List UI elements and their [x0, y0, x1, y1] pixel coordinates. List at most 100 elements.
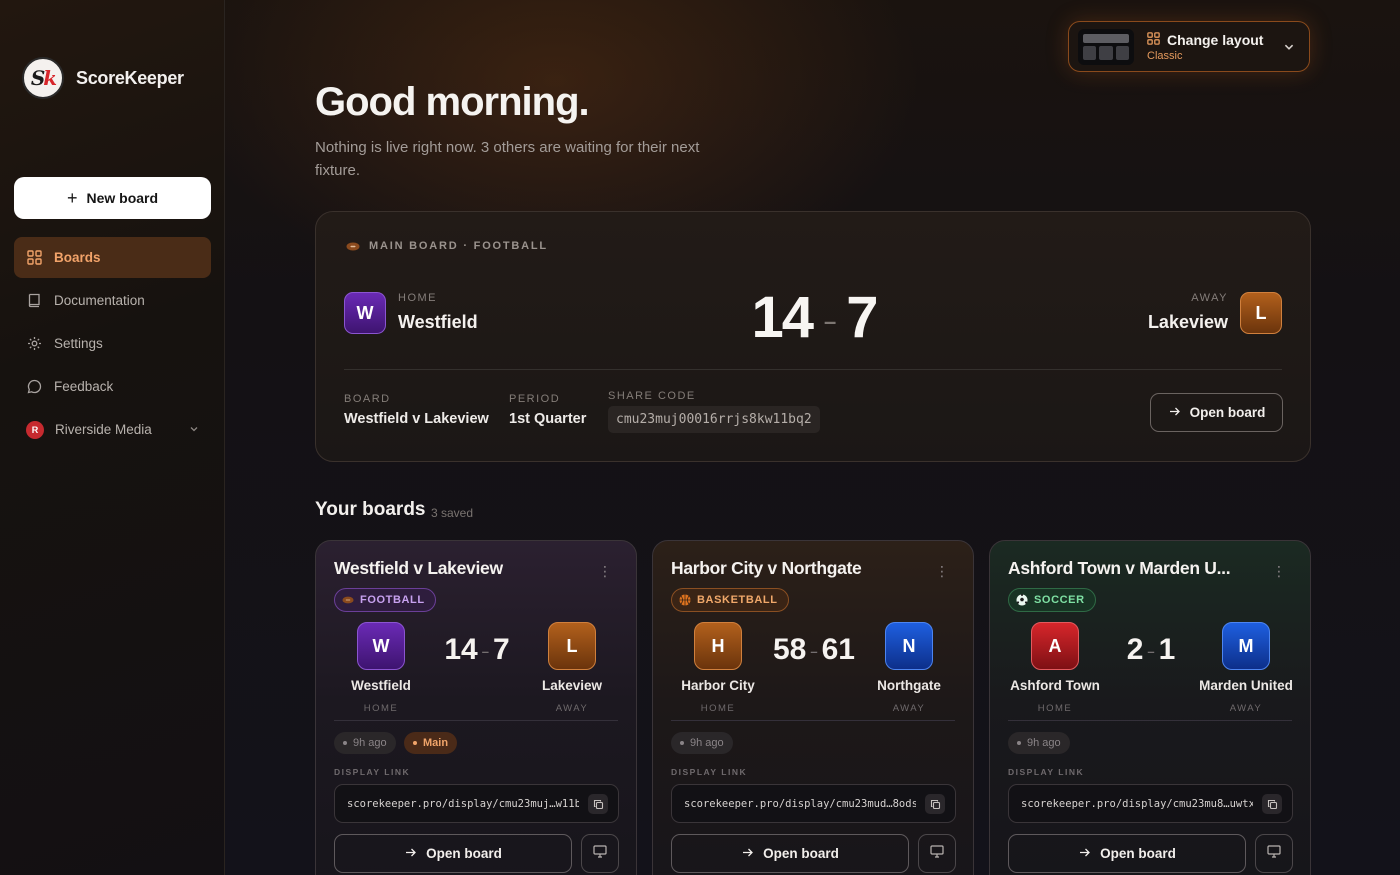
home-team-badge: H [694, 622, 742, 670]
away-score: 7 [846, 285, 878, 350]
display-monitor-button[interactable] [581, 834, 619, 873]
change-layout-button[interactable]: Change layout Classic [1068, 21, 1310, 72]
board-card[interactable]: Ashford Town v Marden U... ⋮ SOCCER A As… [989, 540, 1311, 875]
open-board-button[interactable]: Open board [1008, 834, 1246, 873]
updated-time-badge: 9h ago [334, 732, 396, 754]
page-title: Good morning. [315, 80, 590, 124]
share-code[interactable]: cmu23muj00016rrjs8kw11bq2 [608, 406, 820, 433]
open-main-board-button[interactable]: Open board [1150, 393, 1283, 432]
page-subtext: Nothing is live right now. 3 others are … [315, 139, 700, 179]
open-board-button[interactable]: Open board [671, 834, 909, 873]
sidebar-item-feedback[interactable]: Feedback [14, 366, 211, 407]
open-board-button[interactable]: Open board [334, 834, 572, 873]
app-root: Sk ScoreKeeper + New board Boards Docume… [0, 0, 1400, 875]
away-team-name: Lakeview [1147, 312, 1228, 332]
football-icon [342, 596, 354, 604]
chevron-down-icon [1283, 40, 1295, 58]
arrow-right-icon [741, 846, 754, 862]
divider [344, 369, 1282, 370]
org-switcher[interactable]: R Riverside Media [14, 409, 211, 450]
home-score: 14 [751, 285, 813, 350]
board-meta: BOARD Westfield v Lakeview [344, 393, 489, 427]
board-card-title: Harbor City v Northgate [671, 558, 862, 578]
display-link-field[interactable]: scorekeeper.pro/display/cmu23muj…w11bq2 [334, 784, 619, 823]
display-link-label: DISPLAY LINK [1008, 767, 1085, 777]
copy-icon[interactable] [588, 794, 608, 814]
board-score: 2–1 [1126, 633, 1176, 666]
board-card[interactable]: Harbor City v Northgate ⋮ BASKETBALL H H… [652, 540, 974, 875]
board-card-title: Ashford Town v Marden U... [1008, 558, 1231, 578]
away-label: AWAY [1229, 703, 1263, 714]
sidebar-item-boards[interactable]: Boards [14, 237, 211, 278]
copy-icon[interactable] [1262, 794, 1282, 814]
divider [334, 720, 618, 721]
display-link: scorekeeper.pro/display/cmu23muj…w11bq2 [347, 797, 579, 810]
display-monitor-button[interactable] [918, 834, 956, 873]
kebab-menu-icon[interactable]: ⋮ [935, 563, 949, 580]
brand-name: ScoreKeeper [76, 67, 184, 88]
basketball-icon [679, 594, 691, 606]
home-team-badge: A [1031, 622, 1079, 670]
board-card[interactable]: Westfield v Lakeview ⋮ FOOTBALL W Westfi… [315, 540, 637, 875]
home-label: HOME [1037, 703, 1073, 714]
brand-logo: Sk [22, 57, 64, 99]
main-content: Change layout Classic Good morning. Noth… [225, 0, 1400, 875]
updated-time-badge: 9h ago [671, 732, 733, 754]
sidebar-item-label: Documentation [54, 293, 145, 308]
board-score: 58–61 [773, 633, 855, 666]
sport-tag: FOOTBALL [334, 588, 436, 612]
period-value: 1st Quarter [509, 411, 587, 427]
display-monitor-button[interactable] [1255, 834, 1293, 873]
sidebar-item-label: Settings [54, 336, 103, 351]
arrow-right-icon [1078, 846, 1091, 862]
sidebar-item-documentation[interactable]: Documentation [14, 280, 211, 321]
kebab-menu-icon[interactable]: ⋮ [598, 563, 612, 580]
new-board-label: New board [86, 190, 159, 206]
copy-icon[interactable] [925, 794, 945, 814]
away-team-name: Northgate [877, 678, 941, 693]
brand[interactable]: Sk ScoreKeeper [22, 57, 184, 99]
divider [1008, 720, 1292, 721]
gear-icon [26, 336, 42, 352]
new-board-button[interactable]: + New board [14, 177, 211, 219]
updated-time-badge: 9h ago [1008, 732, 1070, 754]
home-team-name: Harbor City [681, 678, 755, 693]
home-label: HOME [363, 703, 399, 714]
home-team-badge: W [357, 622, 405, 670]
home-label: HOME [700, 703, 736, 714]
main-board-label: MAIN BOARD · FOOTBALL [346, 240, 548, 252]
kebab-menu-icon[interactable]: ⋮ [1272, 563, 1286, 580]
away-label: AWAY [1191, 292, 1228, 304]
display-link-label: DISPLAY LINK [334, 767, 411, 777]
football-icon [346, 242, 360, 250]
arrow-right-icon [404, 846, 417, 862]
divider [671, 720, 955, 721]
book-icon [26, 293, 42, 309]
monitor-icon [930, 844, 944, 863]
monitor-icon [1267, 844, 1281, 863]
home-team-name: Ashford Town [1010, 678, 1100, 693]
home-team-name: Westfield [351, 678, 411, 693]
layout-current: Classic [1147, 49, 1183, 62]
away-team: M Marden United AWAY [1196, 622, 1296, 714]
layout-title: Change layout [1167, 31, 1264, 48]
display-link-field[interactable]: scorekeeper.pro/display/cmu23mu8…uwtxdz [1008, 784, 1293, 823]
grid-icon [1147, 31, 1160, 48]
board-score: 14–7 [444, 633, 510, 666]
sidebar-item-settings[interactable]: Settings [14, 323, 211, 364]
soccer-ball-icon [1016, 594, 1028, 606]
period-meta: PERIOD 1st Quarter [509, 393, 587, 427]
away-team-name: Lakeview [541, 678, 603, 693]
away-team: N Northgate AWAY [859, 622, 959, 714]
display-link-field[interactable]: scorekeeper.pro/display/cmu23mud…8odssp [671, 784, 956, 823]
monitor-icon [593, 844, 607, 863]
chat-bubble-icon [26, 379, 42, 395]
arrow-right-icon [1168, 405, 1181, 421]
plus-icon: + [66, 187, 78, 208]
away-team-badge: L [548, 622, 596, 670]
away-team-badge: L [1240, 292, 1282, 334]
main-badge: Main [404, 732, 458, 754]
away-team: L Lakeview AWAY [522, 622, 622, 714]
away-label: AWAY [892, 703, 926, 714]
chevron-down-icon [189, 422, 199, 437]
